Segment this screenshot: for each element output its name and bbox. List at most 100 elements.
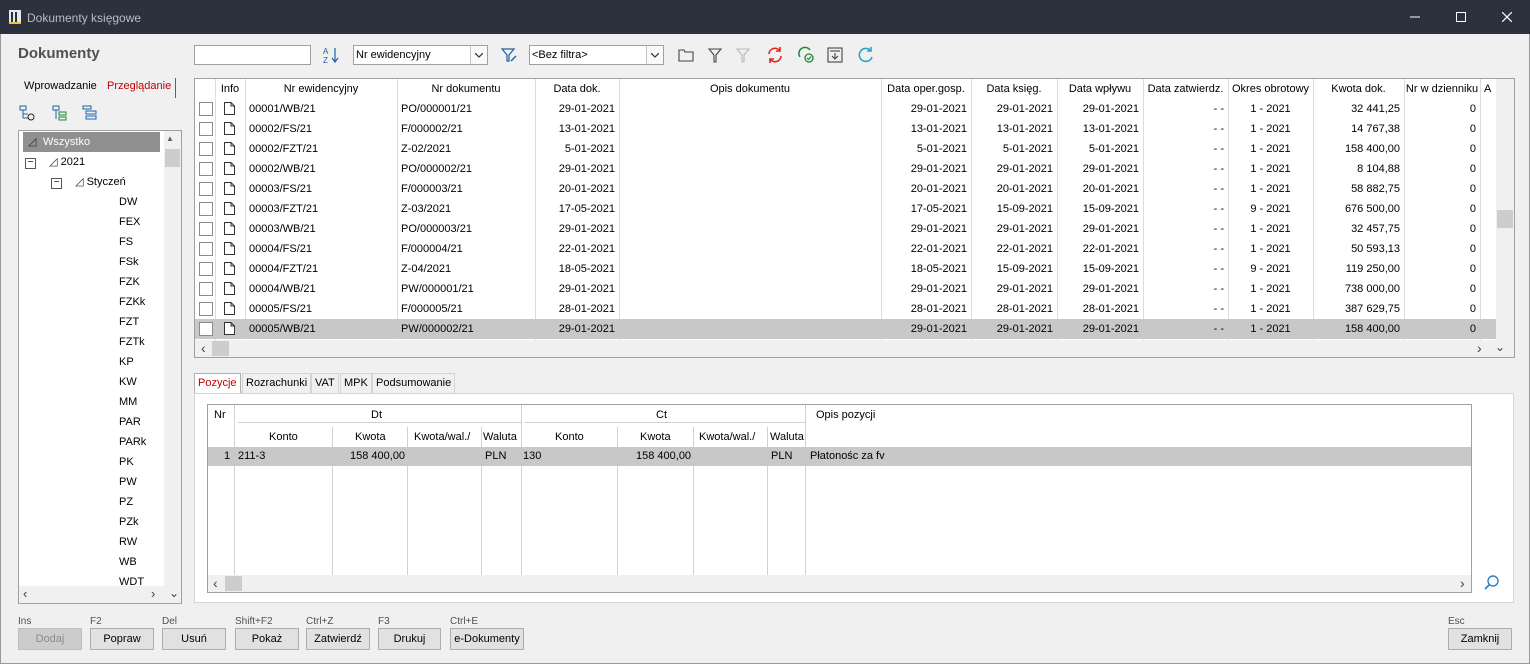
- document-icon[interactable]: [224, 122, 235, 135]
- grid-scroll-thumb[interactable]: [1497, 210, 1513, 228]
- e-documents-button[interactable]: e-Dokumenty: [450, 628, 524, 650]
- tab-rozrachunki[interactable]: Rozrachunki: [242, 373, 312, 394]
- collapse-icon[interactable]: −: [25, 158, 36, 169]
- tree-node-type[interactable]: FZTk: [119, 332, 145, 352]
- tab-przegladanie[interactable]: Przeglądanie: [107, 80, 171, 92]
- export-button[interactable]: [824, 44, 846, 66]
- column-header[interactable]: Nr ewidencyjny: [245, 79, 397, 99]
- tree-node-type[interactable]: KW: [119, 372, 137, 392]
- approve-button[interactable]: Zatwierdź: [306, 628, 370, 650]
- document-icon[interactable]: [224, 302, 235, 315]
- tree-node-type[interactable]: PW: [119, 472, 137, 492]
- column-header[interactable]: Data zatwierdz.: [1143, 79, 1228, 99]
- row-checkbox[interactable]: [199, 142, 213, 156]
- scroll-down-icon[interactable]: ⌄: [1495, 340, 1505, 354]
- column-header[interactable]: Info: [215, 79, 245, 99]
- row-checkbox[interactable]: [199, 202, 213, 216]
- column-header[interactable]: Au: [1480, 79, 1492, 99]
- quick-filter-button[interactable]: [498, 44, 520, 66]
- sort-field-select[interactable]: Nr ewidencyjny: [353, 45, 488, 65]
- folder-button[interactable]: [675, 44, 697, 66]
- delete-button[interactable]: Usuń: [162, 628, 226, 650]
- tree-node-type[interactable]: FZKk: [119, 292, 145, 312]
- scroll-right-icon[interactable]: ›: [1477, 340, 1482, 356]
- tab-vat[interactable]: VAT: [311, 373, 339, 394]
- tree-node-year[interactable]: − ◿ 2021: [25, 152, 85, 172]
- row-checkbox[interactable]: [199, 262, 213, 276]
- tab-podsumowanie[interactable]: Podsumowanie: [372, 373, 456, 394]
- scroll-right-icon[interactable]: ›: [1460, 575, 1465, 591]
- documents-grid[interactable]: Info Nr ewidencyjny Nr dokumentu Data dok. O…: [194, 78, 1515, 358]
- tree-node-type[interactable]: PZk: [119, 512, 139, 532]
- tab-mpk[interactable]: MPK: [340, 373, 372, 394]
- column-header[interactable]: Nr dokumentu: [397, 79, 535, 99]
- tree-node-root[interactable]: ◿ Wszystko: [23, 132, 160, 152]
- tab-pozycje[interactable]: Pozycje: [194, 373, 241, 394]
- positions-grid[interactable]: Nr Dt Ct Opis pozycji Konto Kwota Kwota/…: [207, 404, 1472, 593]
- row-checkbox[interactable]: [199, 242, 213, 256]
- document-icon[interactable]: [224, 202, 235, 215]
- grid-horizontal-scrollbar[interactable]: ‹ › ⌄: [195, 340, 1514, 357]
- tree-node-type[interactable]: PARk: [119, 432, 146, 452]
- search-input[interactable]: [194, 45, 311, 65]
- scroll-right-icon[interactable]: ›: [151, 586, 155, 601]
- tree-node-type[interactable]: FZT: [119, 312, 139, 332]
- filter-button[interactable]: [704, 44, 726, 66]
- document-icon[interactable]: [224, 242, 235, 255]
- tree-node-type[interactable]: KP: [119, 352, 134, 372]
- row-checkbox[interactable]: [199, 222, 213, 236]
- scroll-left-icon[interactable]: ‹: [213, 575, 218, 591]
- positions-horizontal-scrollbar[interactable]: ‹ ›: [208, 575, 1471, 592]
- document-type-tree[interactable]: ◿ Wszystko − ◿ 2021 − ◿ Styczeń DW FEX FS F…: [18, 130, 182, 604]
- row-checkbox[interactable]: [199, 182, 213, 196]
- refresh-button[interactable]: [764, 44, 786, 66]
- document-icon[interactable]: [224, 282, 235, 295]
- column-header[interactable]: Kwota dok.: [1313, 79, 1404, 99]
- tree-levels-icon[interactable]: [81, 104, 99, 122]
- close-window-button[interactable]: [1484, 0, 1530, 34]
- tree-node-type[interactable]: PAR: [119, 412, 141, 432]
- tree-node-type[interactable]: FS: [119, 232, 133, 252]
- column-header[interactable]: Data wpływu: [1057, 79, 1143, 99]
- scroll-left-icon[interactable]: ‹: [23, 586, 27, 601]
- tree-node-month[interactable]: − ◿ Styczeń: [51, 172, 126, 192]
- reload-button[interactable]: [855, 44, 877, 66]
- column-header[interactable]: Opis dokumentu: [619, 79, 881, 99]
- grid-hscroll-thumb[interactable]: [212, 341, 229, 356]
- document-icon[interactable]: [224, 162, 235, 175]
- tree-collapse-icon[interactable]: [18, 104, 36, 122]
- row-checkbox[interactable]: [199, 302, 213, 316]
- show-button[interactable]: Pokaż: [235, 628, 299, 650]
- search-icon[interactable]: [1483, 574, 1501, 592]
- tree-expand-icon[interactable]: [51, 104, 69, 122]
- verify-button[interactable]: [795, 44, 817, 66]
- document-icon[interactable]: [224, 262, 235, 275]
- column-header[interactable]: Data oper.gosp.: [881, 79, 971, 99]
- row-checkbox[interactable]: [199, 162, 213, 176]
- document-icon[interactable]: [224, 222, 235, 235]
- tree-node-type[interactable]: MM: [119, 392, 137, 412]
- tree-vertical-scrollbar[interactable]: ▲: [164, 131, 181, 586]
- positions-scroll-thumb[interactable]: [225, 576, 242, 591]
- tab-wprowadzanie[interactable]: Wprowadzanie: [24, 80, 97, 92]
- grid-vertical-scrollbar[interactable]: [1496, 79, 1514, 341]
- column-header[interactable]: Data dok.: [535, 79, 619, 99]
- edit-button[interactable]: Popraw: [90, 628, 154, 650]
- row-checkbox[interactable]: [199, 282, 213, 296]
- tree-node-type[interactable]: RW: [119, 532, 137, 552]
- document-icon[interactable]: [224, 182, 235, 195]
- scroll-down-icon[interactable]: ⌄: [169, 586, 179, 600]
- column-header[interactable]: Nr w dzienniku: [1404, 79, 1480, 99]
- minimize-button[interactable]: [1392, 0, 1438, 34]
- tree-node-type[interactable]: PK: [119, 452, 134, 472]
- document-icon[interactable]: [224, 102, 235, 115]
- tree-node-type[interactable]: FSk: [119, 252, 139, 272]
- document-icon[interactable]: [224, 142, 235, 155]
- tree-node-type[interactable]: DW: [119, 192, 137, 212]
- scroll-left-icon[interactable]: ‹: [201, 340, 206, 356]
- document-icon[interactable]: [224, 322, 235, 335]
- tree-node-type[interactable]: PZ: [119, 492, 133, 512]
- tree-scroll-thumb[interactable]: [165, 149, 180, 167]
- maximize-button[interactable]: [1438, 0, 1484, 34]
- row-checkbox[interactable]: [199, 322, 213, 336]
